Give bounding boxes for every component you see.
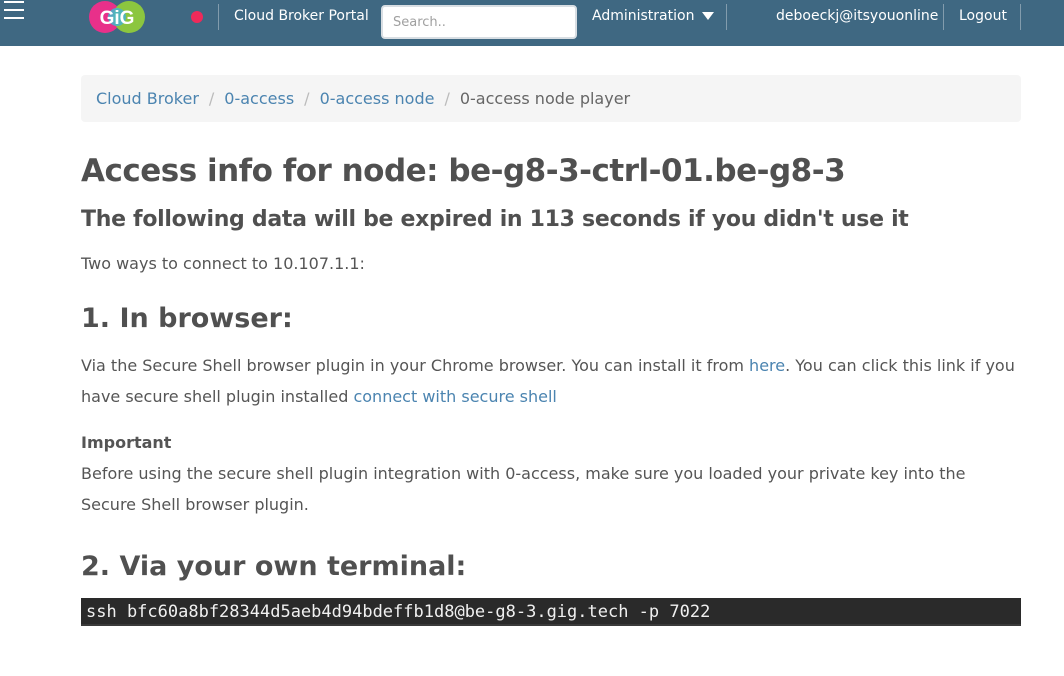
connect-intro-text: Two ways to connect to 10.107.1.1: xyxy=(81,254,365,273)
chevron-down-icon xyxy=(702,12,715,20)
nav-divider xyxy=(943,4,944,30)
important-label: Important xyxy=(81,433,172,452)
logo-text: GiG xyxy=(100,8,135,29)
page-title: Access info for node: be-g8-3-ctrl-01.be… xyxy=(81,153,846,189)
menu-icon[interactable] xyxy=(2,0,26,24)
ssh-command-block[interactable]: ssh bfc60a8bf28344d5aeb4d94bdeffb1d8@be-… xyxy=(81,598,1021,626)
nav-divider xyxy=(1020,4,1021,30)
portal-title-link[interactable]: Cloud Broker Portal xyxy=(234,8,369,24)
logout-link[interactable]: Logout xyxy=(959,8,1007,24)
terminal-section-heading: 2. Via your own terminal: xyxy=(81,551,467,582)
expiry-notice: The following data will be expired in 11… xyxy=(81,207,909,232)
user-email-link[interactable]: deboeckj@itsyouonline xyxy=(776,8,938,24)
browser-text-part-1: Via the Secure Shell browser plugin in y… xyxy=(81,356,750,375)
install-plugin-link[interactable]: here xyxy=(749,356,785,375)
important-text: Before using the secure shell plugin int… xyxy=(81,464,966,514)
connect-secure-shell-link[interactable]: connect with secure shell xyxy=(353,387,556,406)
breadcrumb-separator: / xyxy=(208,89,215,108)
administration-label: Administration xyxy=(592,8,695,24)
nav-divider xyxy=(726,4,727,30)
browser-instructions: Via the Secure Shell browser plugin in y… xyxy=(81,350,1021,412)
browser-section-heading: 1. In browser: xyxy=(81,303,293,334)
breadcrumb-separator: / xyxy=(304,89,310,108)
breadcrumb-0-access[interactable]: 0-access xyxy=(224,89,294,108)
main-content: Access info for node: be-g8-3-ctrl-01.be… xyxy=(81,146,1021,626)
breadcrumb-0-access-node[interactable]: 0-access node xyxy=(320,89,435,108)
breadcrumb-current: 0-access node player xyxy=(459,89,631,108)
search-input[interactable] xyxy=(381,5,577,39)
breadcrumb: Cloud Broker / 0-access / 0-access node … xyxy=(81,75,1021,122)
breadcrumb-cloud-broker[interactable]: Cloud Broker xyxy=(96,89,199,108)
top-navbar: GiG Cloud Broker Portal Administration d… xyxy=(0,0,1064,46)
gig-logo[interactable]: GiG xyxy=(88,0,148,36)
status-indicator-icon xyxy=(191,11,203,23)
nav-divider xyxy=(218,4,219,30)
breadcrumb-separator: / xyxy=(444,89,450,108)
administration-dropdown[interactable]: Administration xyxy=(592,8,715,24)
